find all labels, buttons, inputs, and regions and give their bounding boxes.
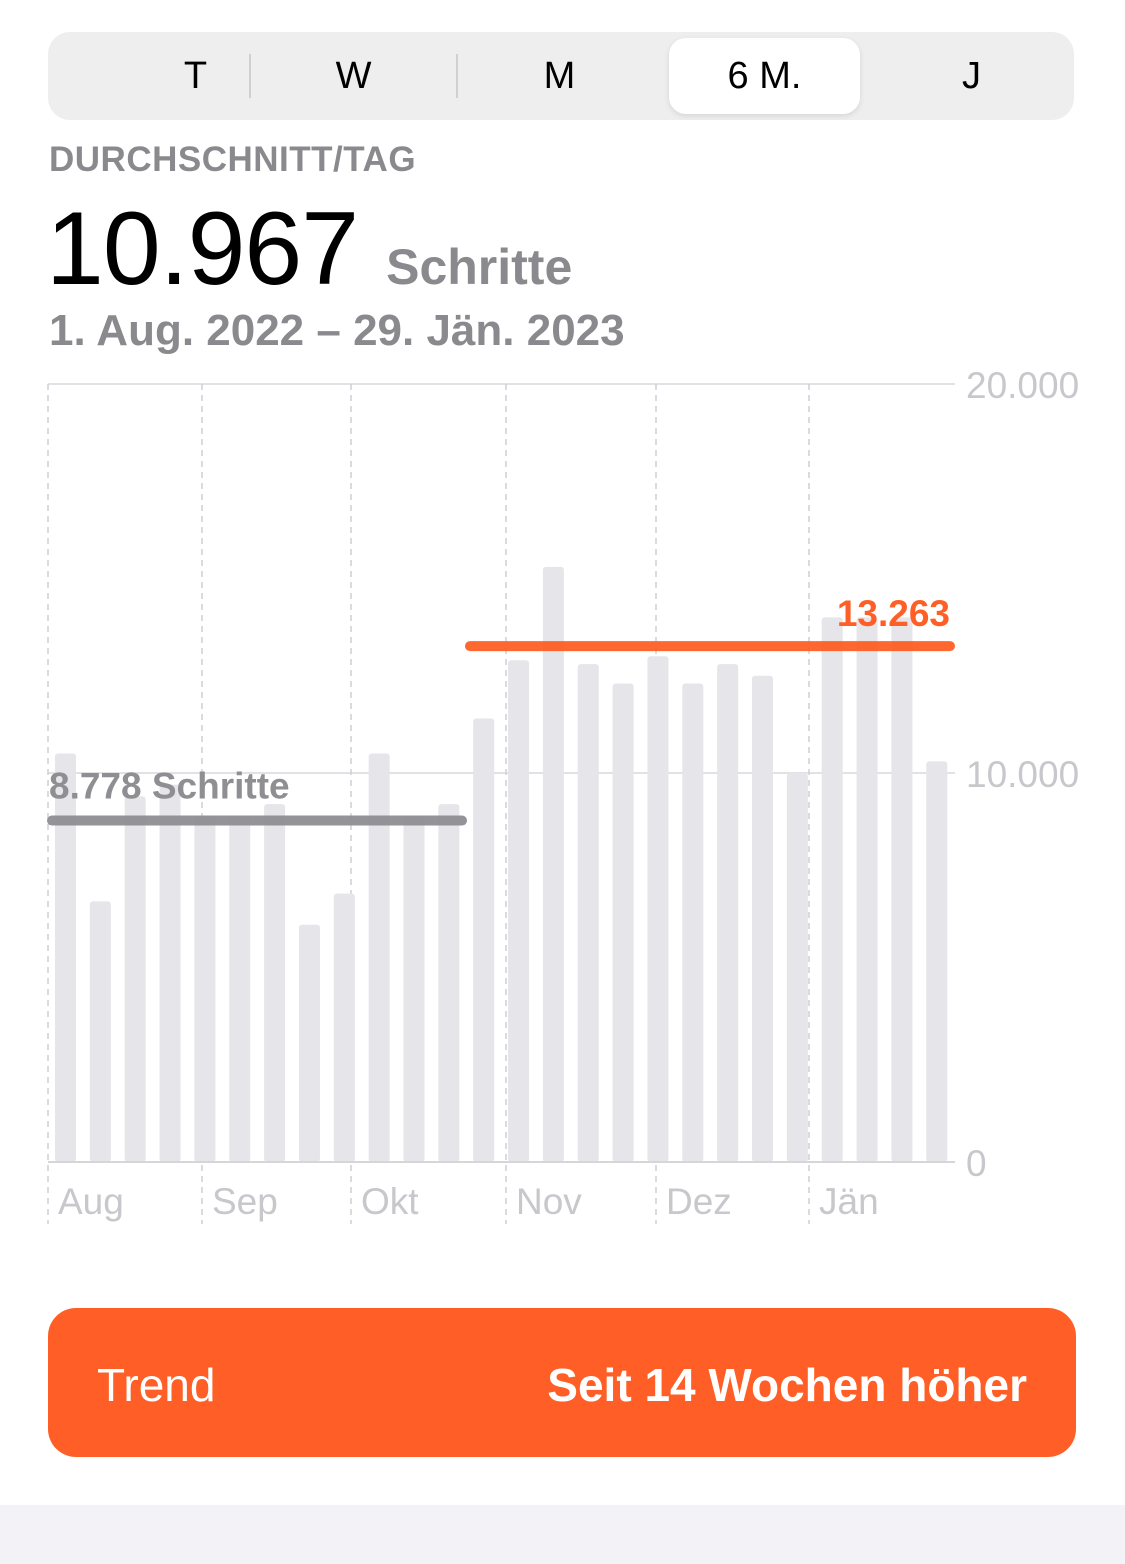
bar: [124, 796, 146, 1162]
bar: [229, 815, 251, 1162]
average-per-day-label: DURCHSCHNITT/TAG: [49, 140, 417, 179]
trend-value: Seit 14 Wochen höher: [547, 1359, 1027, 1411]
average-line-orange-label: 13.263: [837, 593, 950, 634]
bar: [752, 675, 773, 1162]
average-steps-value: 10.967: [46, 191, 359, 307]
segment-6-months[interactable]: 6 M.: [669, 38, 860, 114]
bar: [786, 773, 808, 1162]
bar: [194, 815, 216, 1162]
bar: [647, 656, 669, 1162]
bar: [368, 753, 390, 1162]
average-value-row: 10.967 Schritte: [46, 190, 572, 309]
segment-month[interactable]: M: [464, 38, 655, 114]
y-tick-label: 10.000: [966, 754, 1079, 795]
x-month-label: Dez: [666, 1181, 732, 1222]
bar: [508, 660, 530, 1162]
bar: [926, 761, 948, 1162]
bar: [542, 566, 564, 1162]
steps-unit: Schritte: [386, 239, 573, 295]
bar: [55, 753, 76, 1162]
x-month-label: Jän: [819, 1181, 879, 1222]
x-month-label: Okt: [361, 1181, 419, 1222]
time-range-segmented-control: T W M 6 M. J: [48, 32, 1074, 120]
bar: [264, 804, 286, 1162]
steps-bar-chart[interactable]: 0 10.000 20.000 Aug Sep Okt Nov Dez Jän 8.778 Sch…: [0, 360, 1125, 1240]
segment-divider: [456, 54, 458, 98]
bar: [856, 617, 878, 1162]
x-month-label: Nov: [516, 1181, 582, 1222]
trend-label: Trend: [97, 1359, 216, 1411]
bar: [298, 924, 320, 1162]
bar: [717, 664, 739, 1162]
bar: [89, 901, 111, 1162]
bottom-background-strip: [0, 1505, 1125, 1564]
x-month-label: Sep: [212, 1181, 278, 1222]
segment-week[interactable]: W: [258, 38, 449, 114]
bar: [438, 804, 460, 1162]
bar: [612, 683, 634, 1162]
bar: [403, 815, 425, 1162]
trend-button[interactable]: Trend Seit 14 Wochen höher: [48, 1308, 1076, 1457]
bar: [159, 784, 181, 1162]
bar: [473, 718, 495, 1162]
x-month-label: Aug: [58, 1181, 124, 1222]
bar: [577, 664, 599, 1162]
y-tick-label: 0: [966, 1143, 987, 1184]
bar: [821, 617, 843, 1162]
date-range: 1. Aug. 2022 – 29. Jän. 2023: [49, 306, 625, 355]
bar: [333, 893, 355, 1162]
segment-divider: [249, 54, 251, 98]
average-line-gray-label: 8.778 Schritte: [49, 766, 290, 807]
bar: [891, 617, 913, 1162]
y-tick-label: 20.000: [966, 365, 1079, 406]
bar: [682, 683, 704, 1162]
segment-year[interactable]: J: [876, 38, 1067, 114]
